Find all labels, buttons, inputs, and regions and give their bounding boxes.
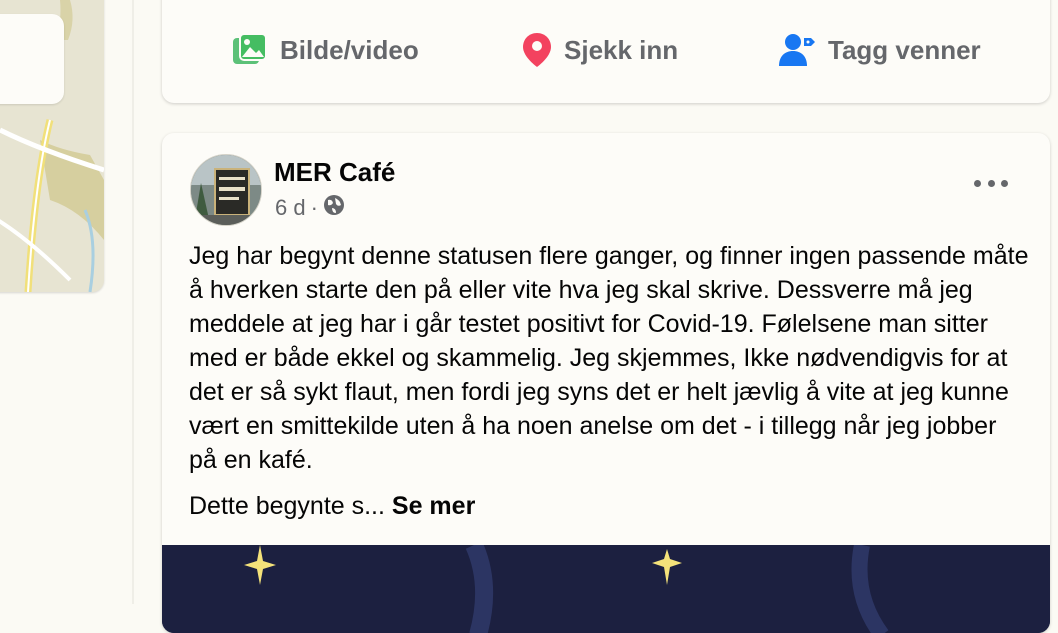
see-more-link[interactable]: Se mer: [392, 492, 475, 520]
feed-post: MER Café 6 d · Jeg har begynt denne stat…: [162, 133, 1050, 633]
tag-friends-button[interactable]: Tagg venner: [778, 30, 981, 70]
post-body: Jeg har begynt denne statusen flere gang…: [189, 242, 1029, 474]
map-info-box: [0, 14, 64, 104]
post-author[interactable]: MER Café: [274, 157, 395, 188]
column-divider: [132, 0, 134, 604]
post-image[interactable]: [162, 541, 1050, 633]
photo-video-button[interactable]: Bilde/video: [232, 30, 419, 70]
tag-friends-label: Tagg venner: [828, 34, 981, 65]
teaser-text: Dette begynte s...: [189, 492, 385, 520]
check-in-button[interactable]: Sjekk inn: [522, 30, 678, 70]
check-in-label: Sjekk inn: [564, 34, 679, 65]
globe-icon: [323, 194, 345, 222]
photo-video-icon: [232, 33, 268, 67]
map-thumbnail[interactable]: [0, 0, 104, 292]
photo-video-label: Bilde/video: [280, 34, 419, 65]
tag-friends-icon: [778, 32, 816, 68]
avatar[interactable]: [190, 154, 262, 226]
composer-actions-card: Bilde/video Sjekk inn Tagg venner: [162, 0, 1050, 103]
meta-separator: ·: [310, 195, 318, 220]
post-meta: 6 d ·: [275, 194, 345, 222]
post-teaser: Dette begynte s... Se mer: [189, 489, 475, 523]
more-options-icon[interactable]: [974, 176, 1008, 190]
post-time[interactable]: 6 d: [275, 195, 306, 221]
location-pin-icon: [522, 32, 552, 68]
